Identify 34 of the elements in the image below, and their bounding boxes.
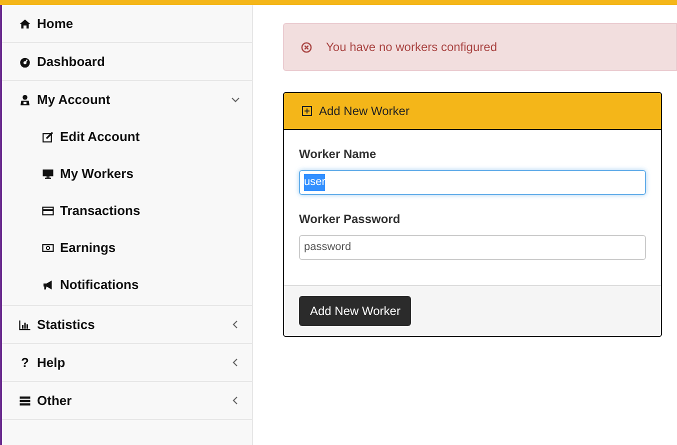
sidebar-subitem[interactable]: Edit Account xyxy=(2,118,252,155)
sidebar-item[interactable]: Dashboard xyxy=(2,43,252,80)
list-icon xyxy=(19,394,31,406)
alert-text: You have no workers configured xyxy=(326,39,497,56)
chevron-left-icon xyxy=(232,396,238,405)
megaphone-icon xyxy=(42,278,54,290)
user-icon xyxy=(19,94,31,106)
chevron-down-icon xyxy=(231,96,240,102)
chevron-left-icon xyxy=(232,358,238,367)
sidebar-item[interactable]: Statistics xyxy=(2,306,252,343)
sidebar-subitem[interactable]: Transactions xyxy=(2,192,252,229)
home-icon xyxy=(19,18,31,30)
sidebar-subitem[interactable]: My Workers xyxy=(2,155,252,192)
close-circle-icon xyxy=(301,42,312,52)
field-label: Worker Password xyxy=(299,211,402,228)
gauge-icon xyxy=(19,56,31,68)
add-worker-button[interactable]: Add New Worker xyxy=(299,296,412,326)
card-icon xyxy=(42,204,54,216)
field-label: Worker Name xyxy=(299,146,378,163)
question-icon: ? xyxy=(19,352,31,372)
banknote-icon xyxy=(42,242,54,254)
plus-square-icon xyxy=(302,106,312,116)
sidebar-item[interactable]: ? Help xyxy=(2,344,252,381)
sidebar-subitem[interactable]: Notifications xyxy=(2,266,252,303)
sidebar-item[interactable]: My Account xyxy=(2,81,252,118)
input-field[interactable]: password xyxy=(299,235,646,260)
sidebar-subitem[interactable]: Earnings xyxy=(2,229,252,266)
bar-chart-icon xyxy=(19,318,31,330)
panel-title: Add New Worker xyxy=(319,103,410,120)
sidebar-item[interactable]: Other xyxy=(2,382,252,419)
monitor-icon xyxy=(42,168,54,180)
edit-icon xyxy=(42,130,54,142)
chevron-left-icon xyxy=(232,320,238,329)
sidebar-item[interactable]: Home xyxy=(2,5,252,42)
